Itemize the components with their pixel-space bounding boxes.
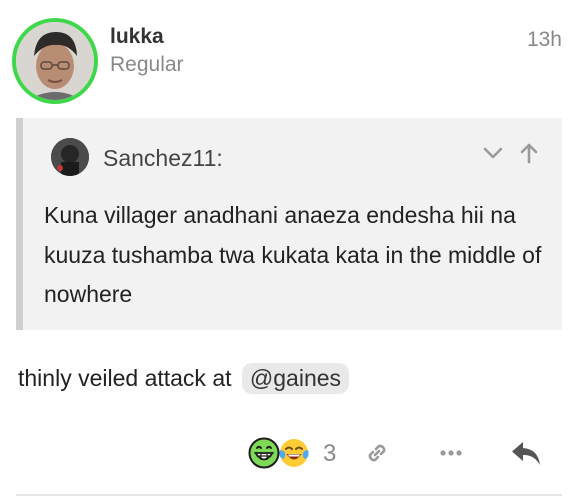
post-body-text: thinly veiled attack at	[18, 365, 232, 391]
grinning-face-icon	[248, 437, 280, 469]
reaction-count[interactable]: 3	[323, 440, 336, 468]
quote-controls	[480, 140, 542, 166]
link-icon[interactable]	[360, 437, 394, 469]
author-avatar[interactable]	[12, 18, 98, 104]
user-mention[interactable]: @gaines	[241, 363, 350, 394]
quote-avatar-icon	[51, 138, 89, 176]
quoted-post: Sanchez11: Kuna villager anadhani anaeza…	[16, 118, 562, 330]
quote-text: Kuna villager anadhani anaeza endesha hi…	[44, 202, 542, 307]
tears-of-joy-face-icon	[279, 439, 309, 467]
post-actions: 3	[0, 435, 579, 475]
author-title: Regular	[110, 53, 184, 76]
post-body: thinly veiled attack at @gaines	[18, 363, 350, 394]
reply-icon[interactable]	[508, 437, 544, 469]
forum-post: lukka Regular 13h Sanchez11: Kuna villag…	[0, 0, 579, 500]
quote-author: Sanchez11:	[103, 145, 223, 171]
user-avatar-icon	[16, 22, 94, 100]
chevron-down-icon[interactable]	[480, 140, 506, 166]
author-username[interactable]: lukka	[110, 25, 164, 49]
arrow-up-icon[interactable]	[516, 140, 542, 166]
more-icon[interactable]	[436, 437, 466, 469]
reaction-list[interactable]	[248, 437, 312, 471]
quote-author-avatar[interactable]	[51, 138, 89, 176]
post-divider	[16, 494, 562, 496]
post-time[interactable]: 13h	[527, 28, 562, 52]
